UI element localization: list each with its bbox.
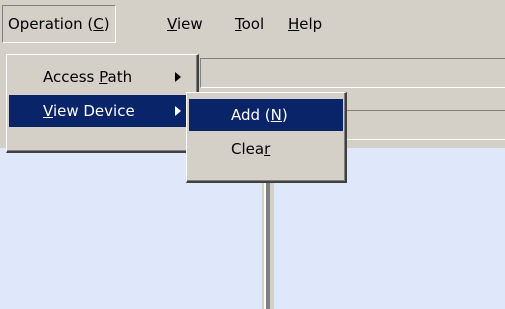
access-path-label: Access	[43, 68, 100, 86]
operation-dropdown-menu: Access Path View Device	[6, 54, 199, 153]
toolbar-strip-lower	[345, 110, 505, 140]
menu-help[interactable]: Help	[283, 6, 327, 42]
submenu-arrow-icon	[175, 72, 181, 82]
menu-operation-label: Operation (	[8, 15, 94, 33]
menu-item-add[interactable]: Add (N)	[189, 99, 343, 131]
view-device-mnemonic: V	[43, 102, 53, 120]
menu-item-view-device[interactable]: View Device	[9, 95, 195, 127]
menu-tool-label: ool	[241, 15, 265, 33]
menu-view-label: iew	[176, 15, 203, 33]
menu-help-mnemonic: H	[288, 15, 300, 33]
menu-tool-mnemonic: T	[235, 15, 242, 33]
menu-view[interactable]: View	[162, 6, 208, 42]
menu-operation-label-end: )	[103, 15, 110, 33]
menu-operation[interactable]: Operation (C)	[2, 5, 116, 43]
menu-tool[interactable]: Tool	[230, 6, 269, 42]
menu-help-label: elp	[299, 15, 323, 33]
menu-operation-mnemonic: C	[93, 15, 104, 33]
menu-bar: Operation (C) View Tool Help	[0, 0, 505, 52]
clear-label: Clea	[231, 140, 265, 158]
access-path-mnemonic: P	[99, 68, 108, 86]
toolbar-strip	[200, 58, 505, 88]
menu-view-mnemonic: V	[167, 15, 177, 33]
access-path-label-end: ath	[107, 68, 133, 86]
menu-item-clear[interactable]: Clear	[189, 133, 343, 165]
clear-mnemonic: r	[264, 140, 271, 158]
view-device-label: iew Device	[52, 102, 135, 120]
submenu-arrow-icon	[175, 106, 181, 116]
menu-item-access-path[interactable]: Access Path	[9, 61, 195, 93]
view-device-submenu: Add (N) Clear	[186, 92, 347, 183]
add-label: Add (	[231, 106, 271, 124]
add-label-end: )	[281, 106, 288, 124]
add-mnemonic: N	[270, 106, 282, 124]
